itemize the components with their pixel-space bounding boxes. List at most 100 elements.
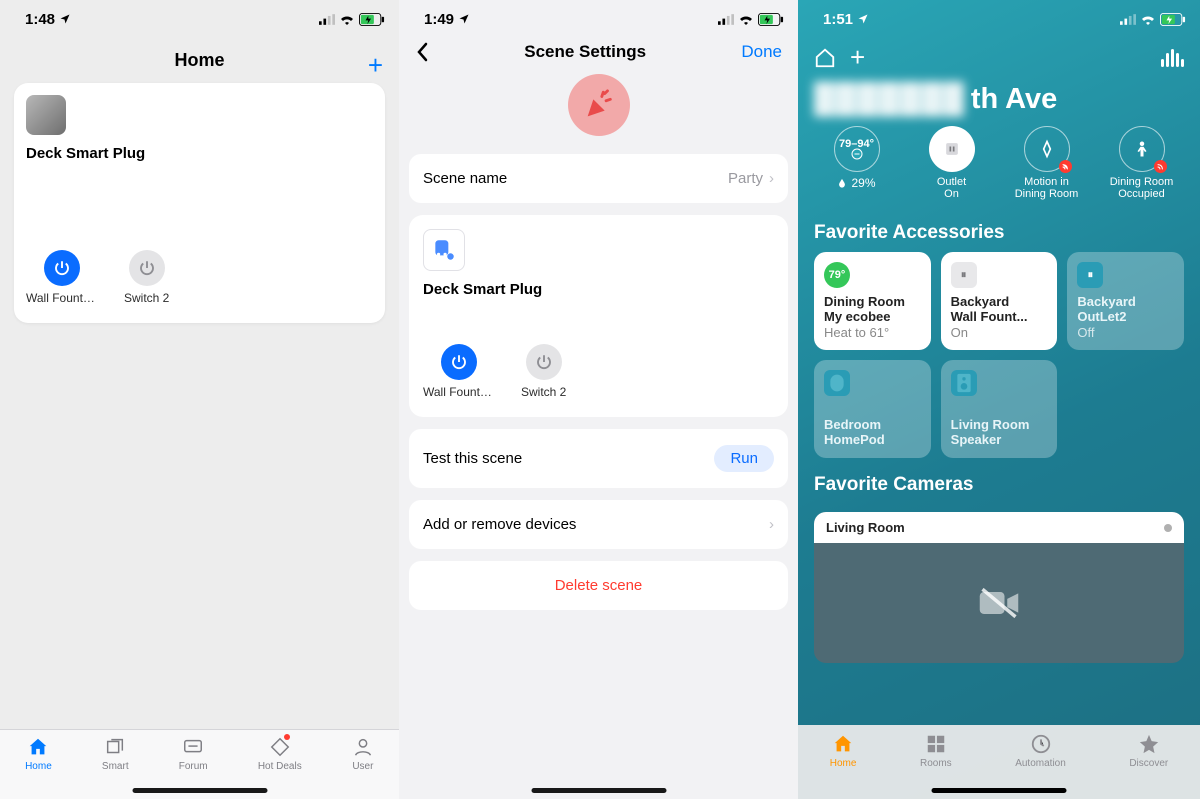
switch-wall-fountain[interactable]: Wall Fountai... bbox=[26, 250, 98, 305]
tab-user[interactable]: User bbox=[352, 736, 374, 772]
intercom-icon[interactable] bbox=[1161, 49, 1184, 67]
delete-scene-button[interactable]: Delete scene bbox=[409, 561, 788, 610]
tab-home[interactable]: Home bbox=[830, 733, 857, 769]
tab-forum[interactable]: Forum bbox=[179, 736, 208, 772]
home-indicator[interactable] bbox=[132, 788, 267, 793]
page-title-row: Home + bbox=[0, 32, 399, 83]
device-name: Deck Smart Plug bbox=[423, 281, 774, 298]
scene-name-row[interactable]: Scene name Party › bbox=[409, 154, 788, 203]
scene-name-value: Party bbox=[728, 170, 763, 187]
tile-wall-fountain[interactable]: ⏸ BackyardWall Fount...On bbox=[941, 252, 1058, 350]
favorite-accessories-title: Favorite Accessories bbox=[798, 206, 1200, 252]
camera-status-dot-icon bbox=[1164, 524, 1172, 532]
battery-charging-icon bbox=[1160, 13, 1186, 26]
motion-icon bbox=[1037, 139, 1057, 159]
status-bar: 1:51 bbox=[798, 0, 1200, 32]
power-icon bbox=[441, 344, 477, 380]
tile-ecobee[interactable]: 79° Dining RoomMy ecobeeHeat to 61° bbox=[814, 252, 931, 350]
favorite-accessories-grid: 79° Dining RoomMy ecobeeHeat to 61° ⏸ Ba… bbox=[798, 252, 1200, 458]
back-button[interactable] bbox=[415, 42, 429, 62]
scene-icon-hero[interactable] bbox=[399, 72, 798, 148]
status-summary-row: 79–94° 29% OutletOn Motion inDining Room… bbox=[798, 126, 1200, 206]
device-thumbnail bbox=[26, 95, 66, 135]
chat-icon bbox=[182, 736, 204, 758]
occupancy-summary[interactable]: Dining RoomOccupied bbox=[1099, 126, 1184, 200]
favorite-cameras-title: Favorite Cameras bbox=[798, 458, 1200, 504]
motion-summary[interactable]: Motion inDining Room bbox=[1004, 126, 1089, 200]
occupancy-icon bbox=[1133, 140, 1151, 158]
tab-discover[interactable]: Discover bbox=[1129, 733, 1168, 769]
tab-rooms[interactable]: Rooms bbox=[920, 733, 952, 769]
home-icon bbox=[831, 733, 855, 755]
power-icon bbox=[129, 250, 165, 286]
home-name-visible: th Ave bbox=[971, 83, 1057, 116]
speaker-icon bbox=[951, 370, 977, 396]
signal-icon bbox=[319, 14, 335, 25]
climate-summary[interactable]: 79–94° 29% bbox=[814, 126, 899, 200]
phone-3-apple-home: 1:51 + ███████ th Ave 79–94° bbox=[798, 0, 1200, 799]
run-button[interactable]: Run bbox=[714, 445, 774, 472]
location-icon bbox=[458, 13, 470, 25]
home-icon bbox=[27, 736, 49, 758]
home-indicator[interactable] bbox=[932, 788, 1067, 793]
test-scene-row: Test this scene Run bbox=[409, 429, 788, 488]
phone-1-home-app: 1:48 Home + Deck Smart Plug Wall Founta bbox=[0, 0, 399, 799]
camera-name: Living Room bbox=[826, 520, 905, 535]
switch-2[interactable]: Switch 2 bbox=[124, 250, 169, 305]
device-card: Deck Smart Plug Wall Fountai... Switch 2 bbox=[409, 215, 788, 417]
tile-outlet2[interactable]: ⏸ BackyardOutLet2Off bbox=[1067, 252, 1184, 350]
switch-row: Wall Fountai... Switch 2 bbox=[26, 250, 373, 305]
location-icon bbox=[857, 13, 869, 25]
user-icon bbox=[352, 736, 374, 758]
power-icon bbox=[526, 344, 562, 380]
tab-smart[interactable]: Smart bbox=[102, 736, 129, 772]
add-remove-devices-row[interactable]: Add or remove devices › bbox=[409, 500, 788, 549]
notification-dot-icon bbox=[284, 734, 290, 740]
clock-time: 1:48 bbox=[25, 11, 55, 28]
power-icon bbox=[44, 250, 80, 286]
location-icon bbox=[59, 13, 71, 25]
home-name: ███████ th Ave bbox=[798, 75, 1200, 126]
chevron-right-icon: › bbox=[769, 170, 774, 187]
tab-automation[interactable]: Automation bbox=[1015, 733, 1066, 769]
wifi-icon bbox=[1140, 13, 1156, 25]
page-title: Home bbox=[174, 50, 224, 70]
add-remove-label: Add or remove devices bbox=[423, 516, 576, 533]
clock-time: 1:49 bbox=[424, 11, 454, 28]
tile-speaker[interactable]: Living RoomSpeaker bbox=[941, 360, 1058, 458]
tab-home[interactable]: Home bbox=[25, 736, 52, 772]
clock-time: 1:51 bbox=[823, 11, 853, 28]
humidity-icon bbox=[837, 177, 847, 189]
device-card[interactable]: Deck Smart Plug Wall Fountai... Switch 2 bbox=[14, 83, 385, 323]
wifi-icon bbox=[339, 13, 355, 25]
outlet-icon: ⏸ bbox=[951, 262, 977, 288]
chevron-right-icon: › bbox=[769, 516, 774, 533]
tab-hotdeals[interactable]: Hot Deals bbox=[258, 736, 302, 772]
home-menu-button[interactable] bbox=[814, 47, 836, 69]
thermostat-icon: 79° bbox=[824, 262, 850, 288]
done-button[interactable]: Done bbox=[741, 42, 782, 62]
top-controls: + bbox=[798, 32, 1200, 75]
tile-homepod[interactable]: BedroomHomePod bbox=[814, 360, 931, 458]
camera-card[interactable]: Living Room bbox=[814, 512, 1184, 663]
camera-off-icon bbox=[814, 543, 1184, 663]
outlet-icon bbox=[942, 139, 962, 159]
party-popper-icon bbox=[568, 74, 630, 136]
outlet-summary[interactable]: OutletOn bbox=[909, 126, 994, 200]
nav-bar: Scene Settings Done bbox=[399, 32, 798, 72]
rooms-icon bbox=[924, 733, 948, 755]
star-icon bbox=[1137, 733, 1161, 755]
test-scene-label: Test this scene bbox=[423, 450, 522, 467]
clock-icon bbox=[1029, 733, 1053, 755]
add-button[interactable]: + bbox=[368, 50, 383, 81]
layers-icon bbox=[104, 736, 126, 758]
add-button[interactable]: + bbox=[850, 42, 865, 73]
switch-wall-fountain[interactable]: Wall Fountai... bbox=[423, 344, 495, 399]
home-indicator[interactable] bbox=[531, 788, 666, 793]
switch-2[interactable]: Switch 2 bbox=[521, 344, 566, 399]
signal-icon bbox=[718, 14, 734, 25]
device-name: Deck Smart Plug bbox=[26, 145, 373, 162]
outlet-icon: ⏸ bbox=[1077, 262, 1103, 288]
phone-2-scene-settings: 1:49 Scene Settings Done Scene name Part… bbox=[399, 0, 798, 799]
page-title: Scene Settings bbox=[524, 42, 646, 62]
